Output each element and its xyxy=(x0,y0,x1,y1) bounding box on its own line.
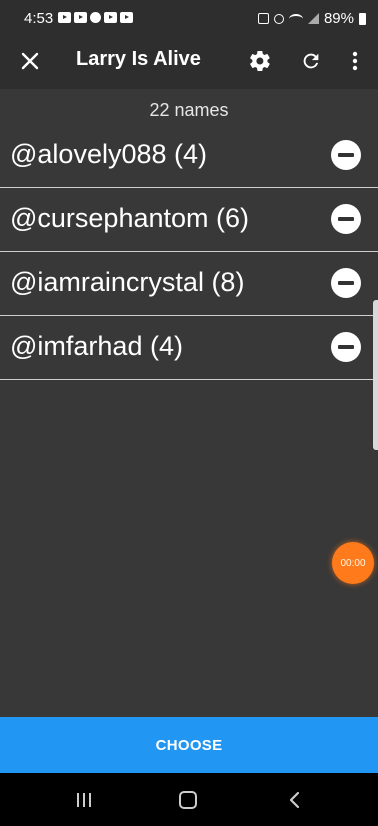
alarm-icon xyxy=(273,13,284,24)
more-vertical-icon xyxy=(352,51,358,71)
battery-percent: 89% xyxy=(323,10,354,27)
status-time: 4:53 xyxy=(24,10,54,27)
minus-icon xyxy=(338,345,354,349)
name-label: @imfarhad (4) xyxy=(10,331,183,361)
minus-icon xyxy=(338,153,354,157)
names-count: 22 names xyxy=(149,100,229,120)
alarm-notification-icon xyxy=(90,12,101,23)
list-item[interactable]: @imfarhad (4) xyxy=(0,316,378,380)
minus-icon xyxy=(338,217,354,221)
name-label: @cursephantom (6) xyxy=(10,203,250,233)
page-title: Larry Is Alive xyxy=(76,48,201,70)
gear-icon xyxy=(250,50,270,72)
refresh-icon xyxy=(303,53,319,69)
system-status-icons: 89% xyxy=(257,10,366,27)
wifi-icon xyxy=(288,13,303,24)
name-label: @alovely088 (4) xyxy=(10,139,208,169)
back-icon xyxy=(289,791,300,809)
youtube-notification-icon xyxy=(120,12,133,23)
status-bar: 4:53 89% xyxy=(0,0,378,34)
edge-panel-handle[interactable] xyxy=(373,300,378,450)
notification-icons xyxy=(58,12,133,23)
youtube-notification-icon xyxy=(58,12,71,23)
choose-button[interactable]: CHOOSE xyxy=(0,717,378,773)
refresh-button[interactable] xyxy=(293,43,329,79)
youtube-notification-icon xyxy=(74,12,87,23)
signal-icon xyxy=(307,13,319,24)
remove-button[interactable] xyxy=(331,140,361,170)
more-options-button[interactable] xyxy=(337,43,373,79)
close-icon xyxy=(21,52,39,70)
timer-button[interactable]: 00:00 xyxy=(332,542,374,584)
close-button[interactable] xyxy=(12,43,48,79)
app-screen: 4:53 89% Larry Is Alive 22 names @alovel… xyxy=(0,0,378,826)
remove-button[interactable] xyxy=(331,268,361,298)
recents-icon xyxy=(77,793,79,807)
nfc-icon xyxy=(257,13,269,24)
video-notification-icon xyxy=(104,12,117,23)
home-icon xyxy=(179,791,197,809)
list-item[interactable]: @cursephantom (6) xyxy=(0,188,378,252)
list-item[interactable]: @iamraincrystal (8) xyxy=(0,252,378,316)
remove-button[interactable] xyxy=(331,204,361,234)
home-button[interactable] xyxy=(170,785,206,815)
battery-icon xyxy=(359,12,366,25)
list-item[interactable]: @alovely088 (4) xyxy=(0,124,378,188)
remove-button[interactable] xyxy=(331,332,361,362)
settings-button[interactable] xyxy=(242,43,278,79)
minus-icon xyxy=(338,281,354,285)
toolbar: Larry Is Alive xyxy=(0,34,378,89)
name-label: @iamraincrystal (8) xyxy=(10,267,245,297)
recents-button[interactable] xyxy=(66,785,102,815)
navigation-bar xyxy=(0,773,378,826)
back-button[interactable] xyxy=(276,785,312,815)
name-list: @alovely088 (4) @cursephantom (6) @iamra… xyxy=(0,124,378,380)
